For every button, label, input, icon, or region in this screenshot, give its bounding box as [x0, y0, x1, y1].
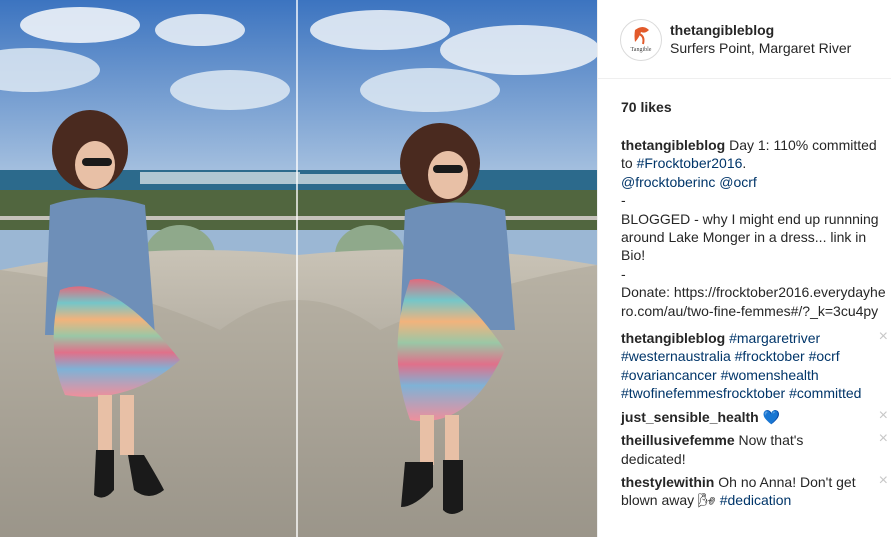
comment-item: theillusivefemme Now that's dedicated! ×	[621, 431, 888, 468]
post-caption: thetangibleblog Day 1: 110% committed to…	[621, 136, 886, 320]
caption-blogged-text: BLOGGED - why I might end up runnning ar…	[621, 210, 879, 264]
close-icon[interactable]: ×	[879, 472, 888, 489]
caption-hashtag[interactable]: #Frocktober2016	[637, 155, 743, 171]
caption-username[interactable]: thetangibleblog	[621, 137, 725, 153]
comment-item: thetangibleblog #margaretriver #westerna…	[621, 329, 888, 403]
post-username[interactable]: thetangibleblog	[670, 22, 774, 38]
comment-hashtag[interactable]: #margaretriver	[729, 330, 820, 346]
comment-hashtag[interactable]: #twofinefemmesfrocktober	[621, 385, 785, 401]
close-icon[interactable]: ×	[879, 407, 888, 424]
post-location[interactable]: Surfers Point, Margaret River	[670, 40, 851, 56]
caption-donate-text: Donate: https://frocktober2016.everydayh…	[621, 284, 886, 319]
comment-hashtag[interactable]: #frocktober	[735, 348, 805, 364]
comment-item: just_sensible_health 💙 ×	[621, 407, 888, 426]
avatar-logo-icon: Tangible	[631, 27, 652, 53]
comment-username[interactable]: thestylewithin	[621, 474, 714, 490]
caption-period: .	[742, 155, 747, 172]
post-side-panel: Tangible thetangibleblog Surfers Point, …	[597, 0, 891, 537]
likes-count[interactable]: 70 likes	[621, 99, 672, 115]
comment-item: thestylewithin Oh no Anna! Don't get blo…	[621, 472, 888, 510]
close-icon[interactable]: ×	[879, 431, 888, 447]
caption-mention-frocktoberinc[interactable]: @frocktoberinc	[621, 174, 715, 190]
comment-username[interactable]: thetangibleblog	[621, 330, 725, 346]
caption-dash-2: -	[621, 265, 626, 282]
post-header: Tangible thetangibleblog Surfers Point, …	[598, 0, 891, 79]
close-icon[interactable]: ×	[879, 329, 888, 345]
caption-dash-1: -	[621, 192, 626, 209]
comment-username[interactable]: theillusivefemme	[621, 432, 735, 448]
comment-hashtag[interactable]: #ovariancancer	[621, 367, 717, 383]
comment-hashtag[interactable]: #ocrf	[809, 348, 840, 364]
post-photo	[0, 0, 597, 537]
wind-face-icon: 🌬	[698, 492, 716, 509]
comment-username[interactable]: just_sensible_health	[621, 409, 759, 425]
svg-text:Tangible: Tangible	[631, 47, 652, 53]
comment-hashtag[interactable]: #committed	[789, 385, 861, 401]
comment-hashtag[interactable]: #womenshealth	[721, 367, 819, 383]
comment-hashtag[interactable]: #westernaustralia	[621, 348, 731, 364]
blue-heart-icon: 💙	[762, 408, 781, 425]
comments-list: thetangibleblog Day 1: 110% committed to…	[621, 136, 888, 510]
comment-hashtag[interactable]: #dedication	[720, 492, 792, 508]
caption-mention-ocrf[interactable]: @ocrf	[719, 174, 757, 190]
avatar[interactable]: Tangible	[620, 19, 662, 61]
photo-illustration	[0, 0, 597, 537]
